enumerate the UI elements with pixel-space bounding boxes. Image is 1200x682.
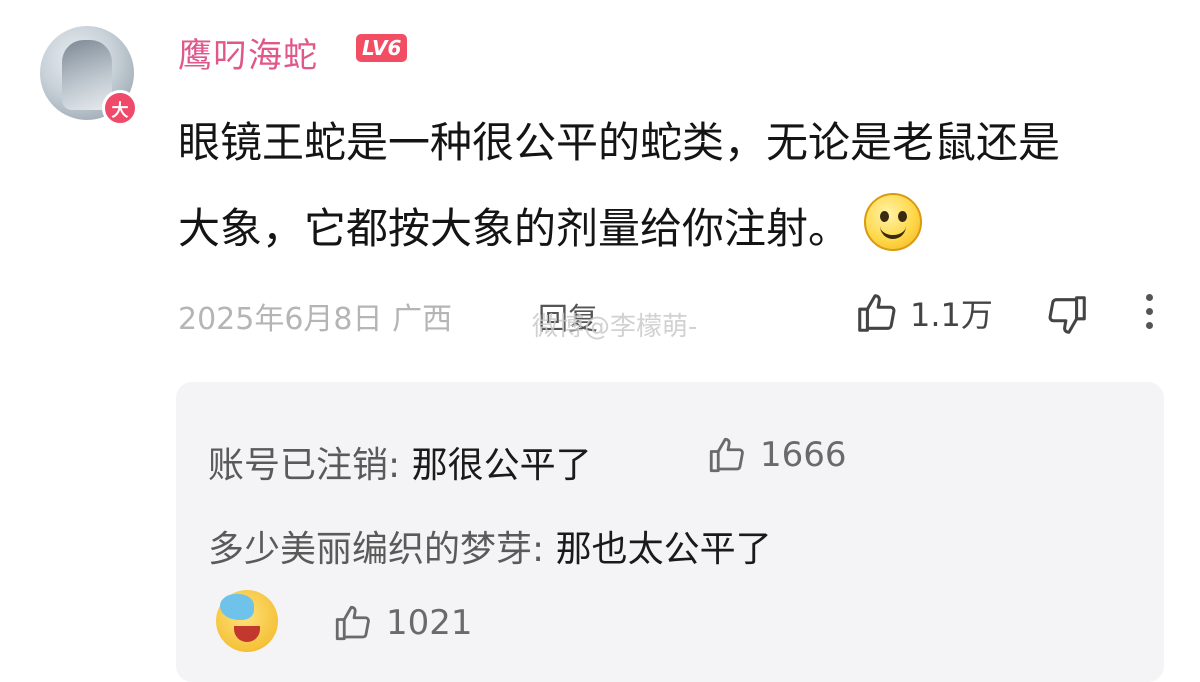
like-count: 1.1万 bbox=[910, 296, 993, 334]
more-dot bbox=[1146, 308, 1153, 315]
reply-like-button[interactable]: 1666 bbox=[706, 434, 847, 476]
more-dot bbox=[1146, 294, 1153, 301]
comment-date-location: 2025年6月8日 广西 bbox=[178, 294, 452, 338]
smile-emoji-icon bbox=[864, 193, 923, 251]
comment-line-2-text: 大象，它都按大象的剂量给你注射。 bbox=[178, 204, 851, 253]
comment-line-1: 眼镜王蛇是一种很公平的蛇类，无论是老鼠还是 bbox=[178, 118, 1061, 167]
comment-line-2: 大象，它都按大象的剂量给你注射。 bbox=[178, 186, 1178, 272]
replies-panel: 账号已注销: 那很公平了 1666 多少美丽编织的梦芽: 那也太公平了 1021 bbox=[176, 382, 1164, 682]
username[interactable]: 鹰叼海蛇 bbox=[178, 28, 318, 77]
reply-colon: : bbox=[532, 529, 556, 570]
thumbs-up-icon bbox=[858, 294, 896, 332]
reply-text: 那也太公平了 bbox=[555, 529, 772, 570]
reply-like-button[interactable]: 1021 bbox=[332, 602, 473, 644]
reply-like-count: 1021 bbox=[386, 603, 473, 643]
reply-text: 那很公平了 bbox=[411, 445, 592, 486]
level-badge: LV6 bbox=[356, 34, 408, 62]
reply-author[interactable]: 账号已注销 bbox=[208, 445, 388, 486]
thumbs-up-icon bbox=[709, 437, 744, 473]
reply-like-count: 1666 bbox=[760, 435, 847, 475]
watermark: 微博@李檬萌- bbox=[532, 312, 698, 342]
cry-laugh-emoji-icon bbox=[216, 590, 278, 652]
reply-colon: : bbox=[388, 445, 412, 486]
like-button[interactable]: 1.1万 bbox=[854, 290, 993, 336]
comment-date: 2025年6月8日 bbox=[178, 302, 383, 337]
comment-location: 广西 bbox=[392, 302, 453, 337]
thumbs-up-icon bbox=[335, 605, 370, 641]
comment-text: 眼镜王蛇是一种很公平的蛇类，无论是老鼠还是 大象，它都按大象的剂量给你注射。 bbox=[178, 100, 1178, 272]
dislike-button[interactable] bbox=[1044, 292, 1090, 342]
more-dot bbox=[1146, 322, 1153, 329]
more-options-icon[interactable] bbox=[1146, 294, 1153, 336]
reply-item[interactable]: 账号已注销: 那很公平了 bbox=[208, 436, 592, 488]
reply-item[interactable]: 多少美丽编织的梦芽: 那也太公平了 bbox=[208, 520, 772, 572]
reply-author[interactable]: 多少美丽编织的梦芽 bbox=[208, 529, 532, 570]
avatar-badge: 大 bbox=[102, 90, 138, 126]
thumbs-down-icon bbox=[1048, 296, 1086, 334]
